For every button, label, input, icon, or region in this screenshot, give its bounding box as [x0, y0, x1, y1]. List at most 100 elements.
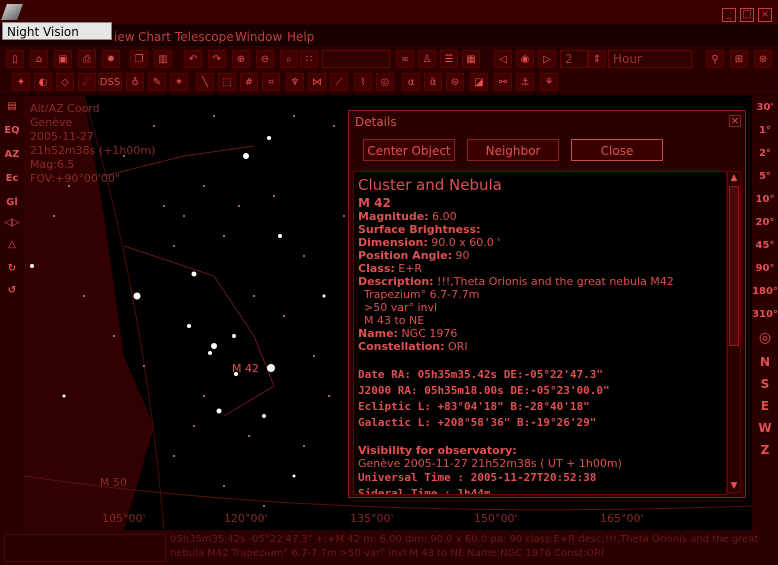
south-button[interactable]: S: [752, 377, 778, 391]
scroll-down-icon[interactable]: ▼: [728, 480, 740, 492]
alpha-icon[interactable]: α: [402, 73, 420, 91]
time-step-input[interactable]: 2: [560, 50, 588, 68]
fov-180deg-button[interactable]: 180°: [752, 286, 778, 297]
observer-icon[interactable]: ♙: [418, 50, 436, 68]
settings-icon[interactable]: ✹: [102, 50, 120, 68]
fov-45deg-button[interactable]: 45°: [752, 240, 778, 251]
copy-icon[interactable]: ❐: [130, 50, 148, 68]
info-icon[interactable]: ▤: [3, 98, 21, 116]
menu-window[interactable]: Window: [235, 30, 282, 44]
constellation-icon[interactable]: ♆: [286, 73, 304, 91]
close-button[interactable]: Close: [571, 139, 663, 161]
time-unit-select[interactable]: Hour: [608, 50, 692, 68]
list-icon[interactable]: ☰: [440, 50, 458, 68]
milkyway-icon[interactable]: ✶: [170, 73, 188, 91]
west-button[interactable]: W: [752, 421, 778, 435]
close-icon[interactable]: ×: [758, 8, 772, 22]
eq-projection-button[interactable]: EQ: [3, 122, 21, 140]
fov-5deg-button[interactable]: 5°: [752, 171, 778, 182]
anchor-icon[interactable]: ⚓: [516, 73, 534, 91]
menu-view[interactable]: iew: [114, 30, 135, 44]
search-field[interactable]: [322, 50, 390, 68]
eyepiece-icon[interactable]: ⊜: [446, 73, 464, 91]
boundary-icon[interactable]: ⬚: [218, 73, 236, 91]
print-icon[interactable]: ⎙: [78, 50, 96, 68]
scroll-up-icon[interactable]: ▲: [728, 172, 740, 184]
menu-help[interactable]: Help: [287, 30, 314, 44]
undo-icon[interactable]: ↶: [184, 50, 202, 68]
rotate-ccw-icon[interactable]: ↺: [3, 282, 21, 300]
az-projection-button[interactable]: AZ: [3, 146, 21, 164]
next-time-icon[interactable]: ▷: [538, 50, 556, 68]
fov-20deg-button[interactable]: 20°: [752, 217, 778, 228]
name-key: Name:: [358, 327, 398, 340]
grid-icon[interactable]: ⊞: [730, 50, 748, 68]
menu-telescope[interactable]: Telescope: [175, 30, 234, 44]
fov-2deg-button[interactable]: 2°: [752, 148, 778, 159]
status-line-1: 05h35m35.42s -05°22'47.3" +:+M 42 m: 6.0…: [170, 534, 759, 545]
fov-1deg-button[interactable]: 1°: [752, 125, 778, 136]
link-icon[interactable]: ⚯: [494, 73, 512, 91]
ecliptic-icon[interactable]: ⟋: [330, 73, 348, 91]
fov-10deg-button[interactable]: 10°: [752, 194, 778, 205]
horizon-icon[interactable]: ⌇: [354, 73, 372, 91]
const-lines-icon[interactable]: ⋈: [308, 73, 326, 91]
details-scrollbar[interactable]: ▲ ▼: [727, 171, 741, 493]
m50-label[interactable]: M 50: [100, 476, 127, 489]
compass-icon[interactable]: ◎: [752, 330, 778, 346]
dss-button[interactable]: DSS: [98, 73, 122, 91]
search-icon[interactable]: ⌕: [280, 50, 298, 68]
fov-310deg-button[interactable]: 310°: [752, 309, 778, 320]
zenith-button[interactable]: Z: [752, 443, 778, 457]
new-chart-icon[interactable]: ▯: [6, 50, 24, 68]
redo-icon[interactable]: ↷: [208, 50, 226, 68]
comet-icon[interactable]: ☄: [78, 73, 96, 91]
minimize-icon[interactable]: _: [722, 8, 736, 22]
neighbor-button[interactable]: Neighbor: [467, 139, 559, 161]
flip-v-icon[interactable]: △: [3, 236, 21, 254]
fov-30min-button[interactable]: 30': [752, 102, 778, 113]
calendar-icon[interactable]: ▦: [462, 50, 480, 68]
asteroid-icon[interactable]: ✎: [148, 73, 166, 91]
save-icon[interactable]: ▣: [54, 50, 72, 68]
marker-icon[interactable]: ⚘: [540, 73, 558, 91]
dialog-close-icon[interactable]: ×: [729, 115, 741, 127]
nebula-icon[interactable]: ◐: [34, 73, 52, 91]
zoom-out-icon[interactable]: ⊖: [256, 50, 274, 68]
stepper-icon[interactable]: ⇕: [588, 50, 606, 68]
eq-grid-icon[interactable]: #: [240, 73, 258, 91]
gal-projection-button[interactable]: Gl: [3, 194, 21, 212]
telescope-icon[interactable]: ⚲: [706, 50, 724, 68]
ec-projection-button[interactable]: Ec: [3, 170, 21, 188]
zoom-in-icon[interactable]: ⊕: [232, 50, 250, 68]
menu-chart[interactable]: Chart: [138, 30, 171, 44]
target-icon[interactable]: ⊛: [754, 50, 772, 68]
east-button[interactable]: E: [752, 399, 778, 413]
scroll-thumb[interactable]: [729, 186, 739, 346]
binoculars-icon[interactable]: ∞: [396, 50, 414, 68]
rotate-cw-icon[interactable]: ↻: [3, 260, 21, 278]
dimension-key: Dimension:: [358, 236, 428, 249]
greek-label-icon[interactable]: α̃: [424, 73, 442, 91]
planet-icon[interactable]: ♁: [126, 73, 144, 91]
center-object-button[interactable]: Center Object: [363, 139, 455, 161]
status-line-2: nebula M42 Trapezium° 6.7-7.7m >50 var° …: [170, 548, 604, 559]
dots-icon[interactable]: ∷: [300, 50, 318, 68]
north-button[interactable]: N: [752, 355, 778, 369]
m42-label[interactable]: M 42: [232, 362, 259, 375]
circle-icon[interactable]: ◎: [376, 73, 394, 91]
prev-time-icon[interactable]: ◁: [494, 50, 512, 68]
contrast-icon[interactable]: ◪: [470, 73, 488, 91]
az-grid-icon[interactable]: ⌗: [262, 73, 280, 91]
line-icon[interactable]: ╲: [196, 73, 214, 91]
maximize-icon[interactable]: □: [740, 8, 754, 22]
now-icon[interactable]: ◉: [516, 50, 534, 68]
flip-h-icon[interactable]: ◁▷: [3, 214, 21, 232]
ecliptic-row: Ecliptic L: +83°04'18" B:-28°40'18": [358, 400, 590, 413]
description-line-4: M 43 to NE: [364, 314, 425, 327]
open-icon[interactable]: ⌂: [30, 50, 48, 68]
fov-90deg-button[interactable]: 90°: [752, 263, 778, 274]
split-icon[interactable]: ▥: [154, 50, 172, 68]
label-icon[interactable]: ◇: [56, 73, 74, 91]
stars-icon[interactable]: ✦: [12, 73, 30, 91]
